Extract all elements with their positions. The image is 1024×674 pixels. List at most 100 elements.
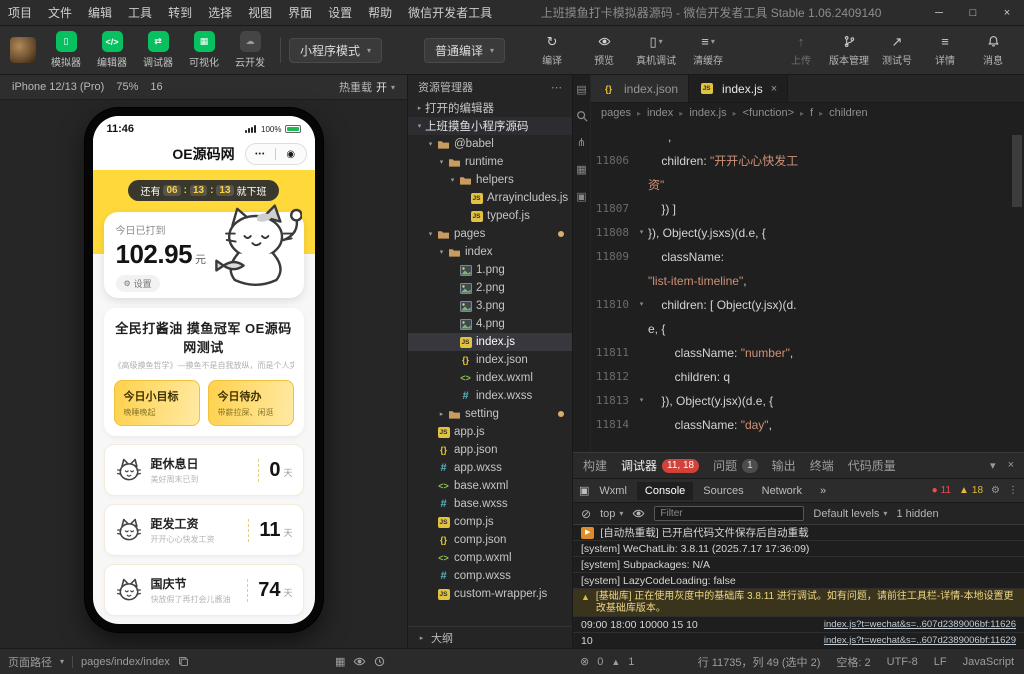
menu-item[interactable]: 转到 bbox=[160, 0, 200, 25]
tree-file[interactable]: # base.wxss bbox=[408, 495, 572, 513]
panel-tab-代码质量[interactable]: 代码质量 bbox=[848, 457, 896, 474]
countdown-item[interactable]: 距休息日 美好周末已到 0 天 bbox=[103, 444, 304, 496]
code-line[interactable]: 11813 ▾ }), Object(y.jsx)(d.e, { bbox=[591, 389, 1024, 413]
breadcrumb-item[interactable]: index bbox=[647, 107, 673, 119]
menu-item[interactable]: 项目 bbox=[0, 0, 40, 25]
countdown-item[interactable]: 国庆节 快放假了再打会儿酱油 74 天 bbox=[103, 564, 304, 616]
panel-tab-终端[interactable]: 终端 bbox=[810, 457, 834, 474]
device-toolbar-icon[interactable]: ▣ bbox=[579, 484, 589, 497]
more-actions-icon[interactable]: ⋯ bbox=[551, 81, 562, 94]
tree-folder[interactable]: ▾ index bbox=[408, 243, 572, 261]
toolbar-版本管理-button[interactable]: 版本管理 bbox=[828, 34, 870, 67]
eye-icon[interactable] bbox=[353, 655, 366, 668]
tree-file[interactable]: # index.wxss bbox=[408, 387, 572, 405]
more-tabs-icon[interactable]: » bbox=[812, 482, 834, 500]
log-levels-select[interactable]: Default levels ▾ bbox=[813, 508, 887, 520]
close-icon[interactable]: × bbox=[990, 0, 1024, 25]
zoom-select[interactable]: 75% bbox=[116, 81, 138, 93]
breadcrumb-item[interactable]: <function> bbox=[743, 107, 794, 119]
clear-console-icon[interactable]: ⊘ bbox=[581, 507, 591, 521]
console-message[interactable]: [system] WeChatLib: 3.8.11 (2025.7.17 17… bbox=[573, 541, 1024, 557]
panel-tab-问题[interactable]: 问题 1 bbox=[713, 457, 758, 474]
kebab-icon[interactable]: ⋮ bbox=[1008, 485, 1018, 496]
tree-file[interactable]: <> index.wxml bbox=[408, 369, 572, 387]
code-line[interactable]: 11810 ▾ children: [ Object(y.jsx)(d. bbox=[591, 293, 1024, 317]
toolbar-编译-button[interactable]: ↻ 编译 bbox=[531, 34, 573, 67]
menu-item[interactable]: 微信开发者工具 bbox=[400, 0, 500, 25]
code-line[interactable]: 资" bbox=[591, 173, 1024, 197]
toolbar-预览-button[interactable]: 预览 bbox=[583, 34, 625, 67]
toolbar-清缓存-button[interactable]: ≡ ▾ 清缓存 bbox=[687, 34, 729, 67]
toolbar-上传-button[interactable]: ↑ 上传 bbox=[780, 34, 822, 67]
tree-folder[interactable]: ▾ pages bbox=[408, 225, 572, 243]
menu-item[interactable]: 编辑 bbox=[80, 0, 120, 25]
maximize-icon[interactable]: □ bbox=[956, 0, 990, 25]
code-line[interactable]: 11807 }) ] bbox=[591, 197, 1024, 221]
tree-file[interactable]: <> base.wxml bbox=[408, 477, 572, 495]
tree-folder[interactable]: ▾ 上班摸鱼小程序源码 bbox=[408, 117, 572, 135]
breadcrumb-item[interactable]: index.js bbox=[689, 107, 726, 119]
editor-tab[interactable]: {} index.json bbox=[591, 75, 690, 102]
tree-file[interactable]: 3.png bbox=[408, 297, 572, 315]
menu-item[interactable]: 工具 bbox=[120, 0, 160, 25]
code-editor[interactable]: , 11806 children: "开开心心快发工 资" 11807 }) ] 118… bbox=[591, 123, 1024, 452]
console-message[interactable]: 09:00 18:00 10000 15 10 index.js?t=wechat… bbox=[573, 617, 1024, 633]
statusbar-item[interactable]: 行 11735，列 49 (选中 2) bbox=[698, 654, 821, 670]
live-expression-icon[interactable] bbox=[632, 507, 645, 520]
menu-item[interactable]: 帮助 bbox=[360, 0, 400, 25]
clock-icon[interactable] bbox=[374, 656, 385, 667]
page-path-value[interactable]: pages/index/index bbox=[81, 656, 170, 668]
outline-section[interactable]: ▸ 大纲 bbox=[408, 626, 572, 648]
capsule-home-icon[interactable]: ◉ bbox=[276, 149, 306, 160]
tree-folder[interactable]: ▾ @babel bbox=[408, 135, 572, 153]
console-message[interactable]: ▲ [基础库] 正在使用灰度中的基础库 3.8.11 进行调试。如有问题，请前往工… bbox=[573, 589, 1024, 617]
fold-icon[interactable]: ▾ bbox=[635, 221, 648, 245]
tree-file[interactable]: {} comp.json bbox=[408, 531, 572, 549]
tree-folder[interactable]: ▸ 打开的编辑器 bbox=[408, 99, 572, 117]
code-line[interactable]: 11806 children: "开开心心快发工 bbox=[591, 149, 1024, 173]
code-line[interactable]: e, { bbox=[591, 317, 1024, 341]
network-select[interactable]: 16 bbox=[150, 81, 162, 93]
fold-icon[interactable]: ▾ bbox=[635, 293, 648, 317]
user-avatar[interactable] bbox=[10, 37, 36, 63]
devtools-tab-Sources[interactable]: Sources bbox=[695, 482, 751, 500]
code-line[interactable]: 11814 className: "day", bbox=[591, 413, 1024, 437]
console-message[interactable]: ▶ [自动热重载] 已开启代码文件保存后自动重载 bbox=[573, 525, 1024, 541]
console-message[interactable]: [system] Subpackages: N/A bbox=[573, 557, 1024, 573]
tree-file[interactable]: 1.png bbox=[408, 261, 572, 279]
problems-indicator[interactable]: ⊗ 0 ▲ 1 bbox=[580, 649, 634, 674]
gear-icon[interactable]: ⚙ bbox=[991, 485, 1000, 496]
tree-file[interactable]: JS custom-wrapper.js bbox=[408, 585, 572, 603]
statusbar-item[interactable]: UTF-8 bbox=[887, 656, 918, 668]
panel-tab-输出[interactable]: 输出 bbox=[772, 457, 796, 474]
tree-file[interactable]: {} app.json bbox=[408, 441, 572, 459]
code-line[interactable]: 11808 ▾}), Object(y.jsxs)(d.e, { bbox=[591, 221, 1024, 245]
compile-mode-select[interactable]: 普通编译 ▾ bbox=[424, 37, 506, 63]
toolbar-云开发-button[interactable]: ☁ 云开发 bbox=[228, 31, 272, 69]
statusbar-item[interactable]: JavaScript bbox=[963, 656, 1014, 668]
hot-reload-toggle[interactable]: 热重载 开 ▾ bbox=[339, 79, 395, 95]
console-message[interactable]: 10 index.js?t=wechat&s=..607d2389006bf:11… bbox=[573, 633, 1024, 648]
toolbar-编辑器-button[interactable]: </> 编辑器 bbox=[90, 31, 134, 69]
menu-item[interactable]: 设置 bbox=[320, 0, 360, 25]
wechat-capsule[interactable]: ••• ◉ bbox=[244, 143, 307, 165]
countdown-item[interactable]: 距发工资 开开心心快发工资 11 天 bbox=[103, 504, 304, 556]
toolbar-测试号-button[interactable]: ↗ 测试号 bbox=[876, 34, 918, 67]
editor-scrollbar[interactable] bbox=[1012, 135, 1022, 207]
devtools-tab-Wxml[interactable]: Wxml bbox=[591, 482, 635, 500]
menu-item[interactable]: 界面 bbox=[280, 0, 320, 25]
page-path-label[interactable]: 页面路径 bbox=[8, 654, 52, 670]
panel-tab-构建[interactable]: 构建 bbox=[583, 457, 607, 474]
tree-file[interactable]: JS index.js bbox=[408, 333, 572, 351]
goal-card[interactable]: 今日待办 带薪拉屎、闲逛 bbox=[207, 380, 294, 426]
breadcrumb-item[interactable]: f bbox=[810, 107, 813, 119]
toolbar-可视化-button[interactable]: ▦ 可视化 bbox=[182, 31, 226, 69]
breadcrumb-item[interactable]: pages bbox=[601, 107, 631, 119]
settings-button[interactable]: ⚙ 设置 bbox=[115, 275, 160, 292]
code-line[interactable]: "list-item-timeline", bbox=[591, 269, 1024, 293]
tree-folder[interactable]: ▾ runtime bbox=[408, 153, 572, 171]
menu-item[interactable]: 文件 bbox=[40, 0, 80, 25]
code-line[interactable]: , bbox=[591, 125, 1024, 149]
code-line[interactable]: 11812 children: q bbox=[591, 365, 1024, 389]
fold-icon[interactable]: ▾ bbox=[635, 389, 648, 413]
